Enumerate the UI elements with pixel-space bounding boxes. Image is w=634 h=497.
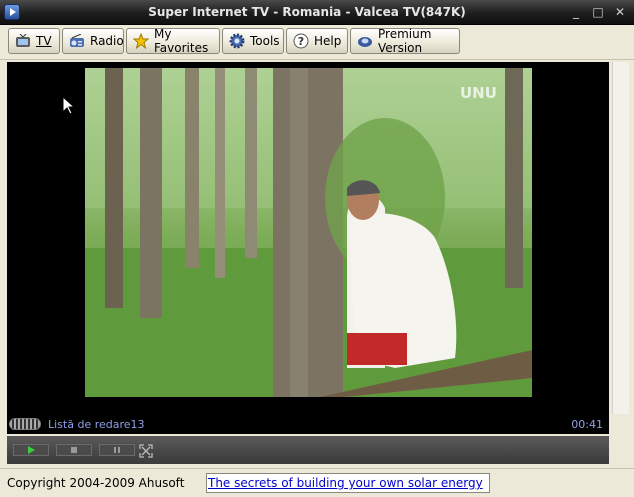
stop-icon [71,447,77,453]
status-bar: Listă de redare13 00:41 [7,414,609,434]
my-favorites-button-label: My Favorites [154,27,209,55]
radio-icon [69,33,85,49]
tools-button-label: Tools [250,34,280,48]
play-icon [28,446,35,454]
tools-button[interactable]: Tools [222,28,284,54]
playlist-grip-handle[interactable] [9,418,41,430]
playback-controls [7,436,609,464]
premium-icon [357,33,373,49]
close-button[interactable]: ✕ [610,3,630,21]
fullscreen-button[interactable] [139,444,153,458]
minimize-button[interactable]: _ [566,3,586,21]
window-title: Super Internet TV - Romania - Valcea TV(… [148,5,466,19]
pause-button[interactable] [99,444,135,456]
help-button-label: Help [314,34,342,48]
pause-icon [114,447,120,453]
video-scene [85,68,532,397]
video-frame[interactable]: UNU [85,68,532,397]
tv-icon [15,33,31,49]
star-icon [133,33,149,49]
copyright-text: Copyright 2004-2009 Ahusoft [7,476,185,490]
fullscreen-icon [139,444,153,458]
channel-logo: UNU [460,84,497,102]
svg-text:?: ? [298,35,304,48]
help-icon: ? [293,33,309,49]
radio-button[interactable]: Radio [62,28,124,54]
premium-version-button-label: Premium Version [378,27,432,55]
premium-version-button[interactable]: Premium Version [350,27,460,55]
mouse-cursor-icon [62,95,76,118]
maximize-button[interactable]: □ [588,3,608,21]
radio-button-label: Radio [90,34,124,48]
tv-button[interactable]: TV [8,28,60,54]
stop-button[interactable] [56,444,92,456]
gear-icon [229,33,245,49]
tv-button-label: TV [36,34,52,48]
help-button[interactable]: ? Help [286,28,348,54]
my-favorites-button[interactable]: My Favorites [126,27,220,55]
play-button[interactable] [13,444,49,456]
title-bar: Super Internet TV - Romania - Valcea TV(… [0,0,634,25]
playlist-label: Listă de redare13 [48,418,145,431]
toolbar: TV Radio My Favorites Tools ? Help Premi… [0,25,634,60]
vertical-scrollbar[interactable] [612,62,629,414]
footer-bar: Copyright 2004-2009 Ahusoft The secrets … [0,468,634,497]
app-icon[interactable] [4,4,20,20]
elapsed-time: 00:41 [571,418,603,431]
sponsored-link[interactable]: The secrets of building your own solar e… [206,473,490,493]
